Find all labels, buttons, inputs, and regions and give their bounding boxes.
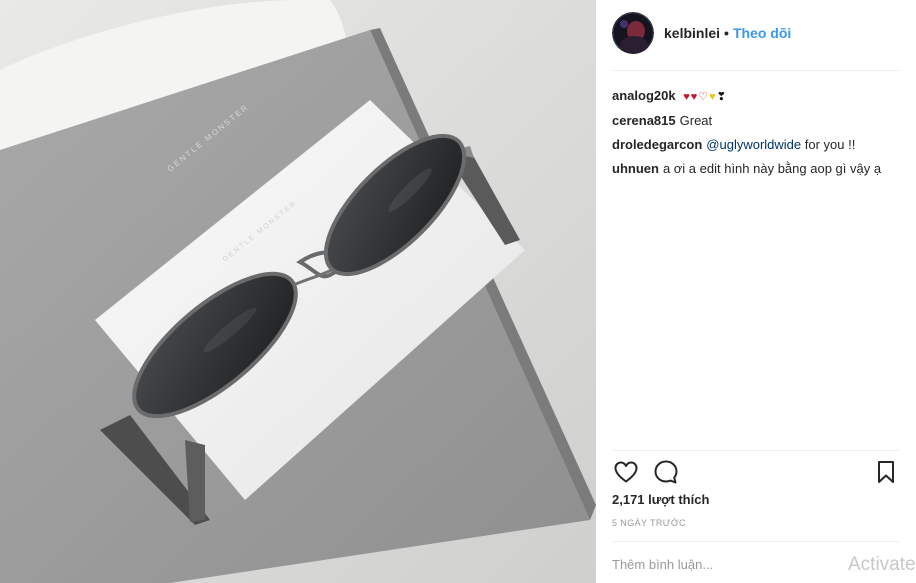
comment-item: droledegarcon @uglyworldwide for you !! [612, 133, 900, 157]
comment-input-divider [612, 541, 900, 542]
heart-icon [614, 461, 638, 483]
actions-divider [612, 450, 900, 451]
comment-mention-link[interactable]: @uglyworldwide [706, 137, 801, 152]
post-side-panel: kelbinlei • Theo dõi analog20k ♥♥♡♥❣ cer… [596, 0, 916, 583]
follow-button[interactable]: Theo dõi [733, 25, 791, 41]
save-button[interactable] [872, 458, 900, 486]
hearts-emoji: ♥♥♡♥❣ [683, 91, 727, 103]
comment-text: a ơi a edit hình này bằng aop gì vậy ạ [662, 161, 882, 176]
like-count[interactable]: 2,171 lượt thích [612, 492, 709, 507]
comment-bubble-icon [654, 460, 678, 484]
post-timestamp: 5 NGÀY TRƯỚC [612, 518, 686, 528]
comment-list: analog20k ♥♥♡♥❣ cerena815 Great droledega… [612, 84, 900, 181]
header-separator: • [724, 25, 729, 41]
username-link[interactable]: kelbinlei [664, 25, 720, 41]
header-divider [612, 70, 900, 71]
avatar[interactable] [612, 12, 654, 54]
activate-windows-watermark: Activate [848, 554, 916, 575]
comment-input[interactable] [612, 552, 832, 576]
post-photo[interactable]: GENTLE MONSTER GENTLE MONSTER [0, 0, 596, 583]
comment-text: Great [679, 113, 713, 128]
comment-username[interactable]: analog20k [612, 88, 676, 103]
comment-text: for you !! [801, 137, 856, 152]
comment-item: uhnuen a ơi a edit hình này bằng aop gì v… [612, 157, 900, 181]
post-actions [612, 458, 900, 488]
bookmark-icon [878, 461, 894, 483]
comment-username[interactable]: uhnuen [612, 161, 659, 176]
post-header: kelbinlei • Theo dõi [612, 12, 900, 54]
like-button[interactable] [612, 458, 640, 486]
comment-username[interactable]: cerena815 [612, 113, 676, 128]
header-text: kelbinlei • Theo dõi [664, 25, 791, 41]
comment-button[interactable] [652, 458, 680, 486]
avatar-image [612, 12, 654, 54]
sunglasses-photo: GENTLE MONSTER GENTLE MONSTER [0, 0, 596, 583]
comment-username[interactable]: droledegarcon [612, 137, 702, 152]
comment-item: cerena815 Great [612, 109, 900, 133]
comment-item: analog20k ♥♥♡♥❣ [612, 84, 900, 109]
